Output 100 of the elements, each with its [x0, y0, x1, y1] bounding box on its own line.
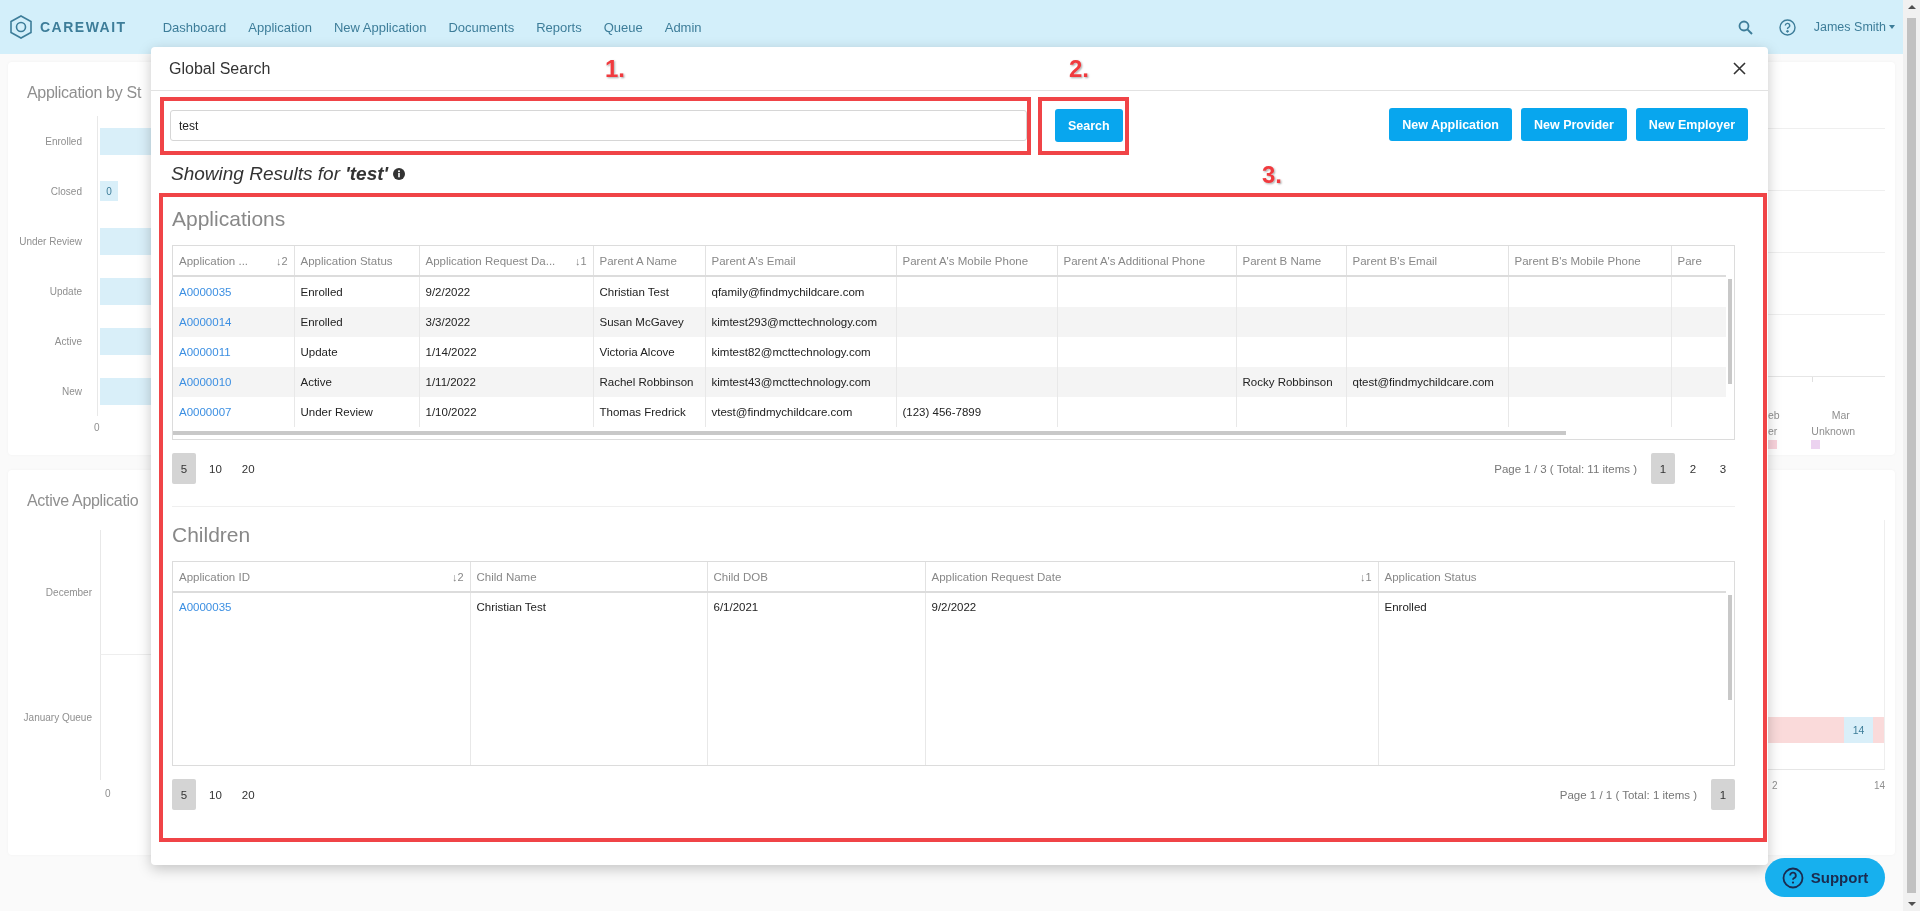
column-label: Child DOB	[713, 570, 768, 583]
column-label: Parent A Name	[599, 254, 677, 267]
header-cell[interactable]: Application Request Date ↓1	[925, 562, 1378, 592]
sort-indicator[interactable]: ↓2	[451, 570, 464, 583]
scrollbar[interactable]	[1728, 595, 1732, 700]
column-label: Application ...	[179, 254, 249, 267]
nav-link[interactable]: Queue	[603, 19, 643, 35]
column-label: Child Name	[476, 570, 537, 583]
nav-link[interactable]: Admin	[664, 19, 702, 35]
table-cell: Rachel Robbinson	[593, 367, 705, 397]
page-button[interactable]: 2	[1681, 453, 1705, 484]
search-field[interactable]: test	[170, 110, 1027, 141]
record-id-link[interactable]: A0000014	[179, 316, 232, 328]
new-record-button[interactable]: New Application	[1389, 108, 1512, 141]
axis-label: eb	[1768, 409, 1780, 421]
column-label: Application Status	[300, 254, 393, 267]
sort-indicator[interactable]: ↓1	[1359, 570, 1372, 583]
nav-link[interactable]: Reports	[536, 19, 582, 35]
search-button[interactable]: Search	[1055, 109, 1123, 142]
record-id-link[interactable]: A0000011	[179, 346, 231, 358]
brand-name[interactable]: CAREWAIT	[40, 19, 127, 35]
sort-indicator[interactable]: ↓2	[275, 254, 288, 267]
table-cell: vtest@findmychildcare.com	[705, 397, 896, 427]
scrollbar[interactable]	[1903, 0, 1920, 911]
table-cell: Enrolled	[1378, 592, 1726, 631]
axis-label: 0	[94, 422, 100, 433]
record-id-link[interactable]: A0000007	[179, 406, 232, 418]
scrollbar[interactable]	[1728, 279, 1732, 384]
bar-value: 0	[100, 181, 118, 201]
nav-link[interactable]: New Application	[333, 19, 427, 35]
page-size-button[interactable]: 5	[172, 453, 196, 484]
header-cell[interactable]: Parent A's Mobile Phone	[896, 246, 1057, 276]
table-cell: kimtest293@mcttechnology.com	[705, 307, 896, 337]
header-cell[interactable]: Parent A's Email	[705, 246, 896, 276]
header-cell[interactable]: Parent B's Email	[1346, 246, 1508, 276]
header-cell[interactable]: Application ... ↓2	[173, 246, 294, 276]
page-info: Page 1 / 1 ( Total: 1 items )	[1559, 788, 1697, 801]
header-cell[interactable]: Parent A Name	[593, 246, 705, 276]
table-cell: Under Review	[294, 397, 419, 427]
axis-label: December	[44, 587, 93, 598]
table-cell: kimtest43@mcttechnology.com	[705, 367, 896, 397]
table-cell: Thomas Fredrick	[593, 397, 705, 427]
help-icon[interactable]	[1778, 18, 1796, 36]
page-size-button[interactable]: 20	[234, 453, 262, 484]
record-id-link[interactable]: A0000010	[179, 376, 232, 388]
sort-indicator[interactable]: ↓1	[574, 254, 587, 267]
header-cell[interactable]: Application Request Da... ↓1	[419, 246, 593, 276]
scrollbar[interactable]	[173, 431, 1566, 435]
header-cell[interactable]: Parent A's Additional Phone	[1057, 246, 1236, 276]
axis-label: 2	[1772, 780, 1778, 791]
user-menu[interactable]: James Smith	[1813, 20, 1886, 34]
table-cell: 9/2/2022	[925, 592, 1378, 631]
legend-label: er	[1768, 425, 1778, 437]
dialog-title: Global Search	[169, 59, 271, 78]
page-size-button[interactable]: 10	[202, 453, 229, 484]
table-cell: (123) 456-7899	[896, 397, 1057, 427]
page-button[interactable]: 3	[1711, 453, 1735, 484]
table-cell: Christian Test	[470, 592, 707, 631]
close-button[interactable]	[1731, 60, 1748, 77]
search-icon[interactable]	[1737, 19, 1753, 35]
axis-label: Under Review	[18, 235, 83, 247]
chart-title: Active Applicatio	[26, 491, 140, 510]
table-cell: Rocky Robbinson	[1236, 367, 1346, 397]
header-cell[interactable]: Application Status	[1378, 562, 1726, 592]
new-record-button[interactable]: New Provider	[1520, 108, 1627, 141]
new-record-button[interactable]: New Employer	[1635, 108, 1748, 141]
column-label: Parent B's Email	[1352, 254, 1438, 267]
axis-label: Mar	[1831, 409, 1850, 421]
help-icon	[1781, 866, 1804, 889]
caret-icon[interactable]	[1889, 25, 1895, 29]
header-cell[interactable]: Child Name	[470, 562, 707, 592]
page-button[interactable]: 1	[1651, 453, 1675, 484]
record-id-link[interactable]: A0000035	[179, 286, 232, 298]
record-id-link[interactable]: A0000035	[179, 601, 232, 613]
header-cell[interactable]: Parent B Name	[1236, 246, 1346, 276]
header-cell[interactable]: Application ID ↓2	[173, 562, 470, 592]
nav-link[interactable]: Documents	[448, 19, 515, 35]
header-cell[interactable]: Parent B's Mobile Phone	[1508, 246, 1671, 276]
table-cell: Active	[294, 367, 419, 397]
axis-label: 0	[105, 788, 111, 799]
header-cell[interactable]: Pare	[1671, 246, 1726, 276]
nav-link[interactable]: Dashboard	[162, 19, 227, 35]
page-size-button[interactable]: 10	[202, 779, 229, 810]
column-label: Application Request Da...	[425, 254, 556, 267]
section-title: Applications	[172, 207, 287, 232]
page-button[interactable]: 1	[1711, 779, 1735, 810]
header-cell[interactable]: Child DOB	[707, 562, 925, 592]
page-size-button[interactable]: 20	[234, 779, 262, 810]
page-size-button[interactable]: 5	[172, 779, 196, 810]
section-title: Children	[172, 523, 252, 548]
support-button[interactable]: Support	[1765, 858, 1885, 897]
header-cell[interactable]: Application Status	[294, 246, 419, 276]
column-label: Parent B's Mobile Phone	[1514, 254, 1641, 267]
info-icon	[393, 168, 406, 180]
axis-label: Closed	[49, 185, 83, 197]
nav-link[interactable]: Application	[248, 19, 312, 35]
column-label: Parent B Name	[1242, 254, 1322, 267]
axis-label: Enrolled	[44, 135, 83, 147]
annotation-number: 3.	[1262, 161, 1282, 189]
chart-bar	[100, 277, 151, 305]
